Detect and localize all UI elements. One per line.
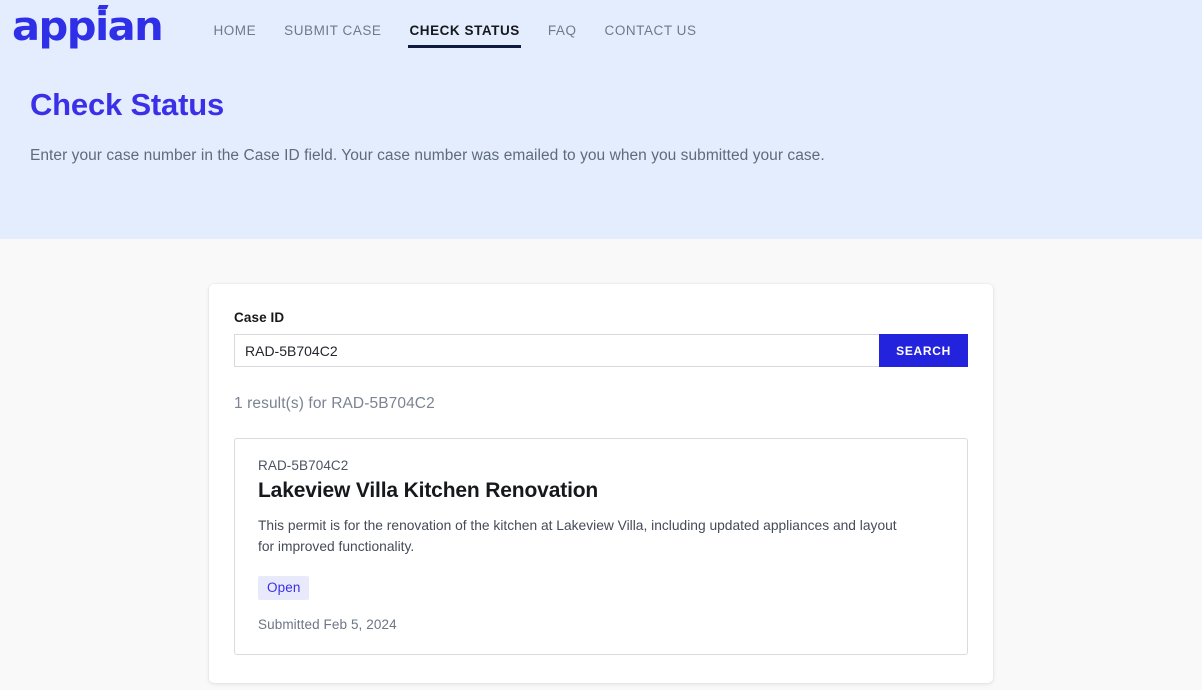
result-title: Lakeview Villa Kitchen Renovation [258, 479, 599, 502]
result-count-text: 1 result(s) for RAD-5B704C2 [234, 395, 435, 412]
main-content: Case ID SEARCH 1 result(s) for RAD-5B704… [0, 239, 1202, 684]
result-card[interactable]: RAD-5B704C2 Lakeview Villa Kitchen Renov… [234, 438, 968, 656]
logo-text-after: an [107, 4, 164, 50]
nav-item-check-status[interactable]: CHECK STATUS [395, 19, 533, 48]
main-navigation: HOME SUBMIT CASE CHECK STATUS FAQ CONTAC… [199, 17, 711, 48]
nav-item-home[interactable]: HOME [199, 19, 270, 42]
nav-item-faq[interactable]: FAQ [534, 19, 591, 42]
appian-logo[interactable]: appian [12, 4, 164, 50]
search-panel: Case ID SEARCH 1 result(s) for RAD-5B704… [209, 284, 993, 684]
case-id-label: Case ID [234, 310, 285, 325]
status-badge: Open [258, 576, 310, 601]
search-row: SEARCH [234, 334, 968, 367]
search-button[interactable]: SEARCH [879, 334, 968, 367]
navbar: appian HOME SUBMIT CASE CHECK STATUS FAQ… [0, 0, 1202, 58]
case-id-input[interactable] [234, 334, 880, 367]
page-subtitle: Enter your case number in the Case ID fi… [30, 147, 825, 165]
logo-text-before: app [12, 4, 97, 50]
nav-item-submit-case[interactable]: SUBMIT CASE [270, 19, 395, 42]
hero-content: Check Status Enter your case number in t… [0, 58, 1202, 167]
page-title: Check Status [30, 87, 224, 122]
nav-item-contact-us[interactable]: CONTACT US [591, 19, 711, 42]
result-description: This permit is for the renovation of the… [258, 518, 897, 555]
logo-text-accent: i [94, 4, 109, 50]
result-case-id: RAD-5B704C2 [258, 458, 349, 473]
hero-band: appian HOME SUBMIT CASE CHECK STATUS FAQ… [0, 0, 1202, 239]
result-submitted-date: Submitted Feb 5, 2024 [258, 617, 397, 633]
